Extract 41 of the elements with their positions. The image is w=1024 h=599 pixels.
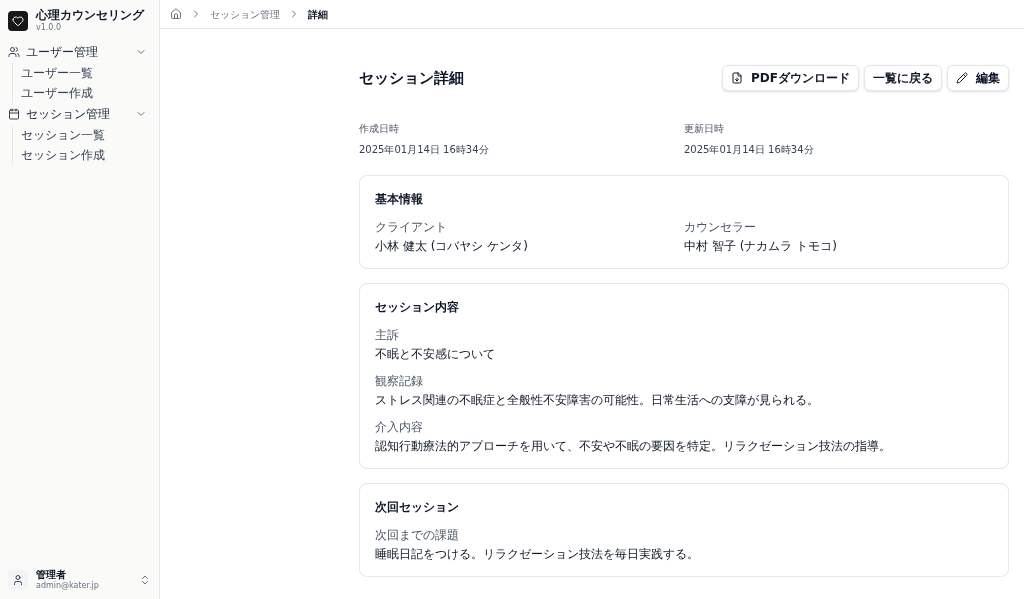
user-email: admin@kater.jp [36,581,100,591]
breadcrumb-item[interactable]: 詳細 [308,6,328,22]
field-value: 中村 智子 (ナカムラ トモコ) [684,239,838,254]
card-title: 次回セッション [375,500,460,514]
nav-item[interactable]: セッション作成 [21,145,151,165]
field-value: 睡眠日記をつける。リラクゼーション技法を毎日実践する。 [375,547,700,562]
expand-icon[interactable] [139,573,151,586]
field-value: 2025年01月14日 16時34分 [359,143,490,157]
app-name: 心理カウンセリング [36,8,144,23]
action-button[interactable]: 一覧に戻る [864,65,942,91]
action-button[interactable]: 編集 [947,65,1009,91]
field-label: 更新日時 [684,122,725,136]
field-value: 小林 健太 (コバヤシ ケンタ) [375,239,529,254]
field-label: 作成日時 [359,122,400,136]
field-value: 不眠と不安感について [375,347,496,362]
field-label: 主訴 [375,328,400,342]
file-download-icon [731,72,744,84]
card-title: 基本情報 [375,192,424,206]
home-icon[interactable] [170,8,182,20]
card-title: セッション内容 [375,300,460,314]
field-label: 次回までの課題 [375,528,460,542]
app-version: v1.0.0 [36,23,63,33]
calendar-icon [8,108,20,120]
nav-group[interactable]: ユーザー管理 [8,41,151,63]
page-title: セッション詳細 [359,67,464,89]
pencil-icon [956,72,968,84]
nav-item[interactable]: セッション一覧 [21,125,151,145]
field-label: クライアント [375,220,448,234]
users-icon [8,46,20,58]
action-button[interactable]: PDFダウンロード [722,65,859,91]
field-label: 介入内容 [375,420,424,434]
nav-item[interactable]: ユーザー作成 [21,83,151,103]
breadcrumb-item[interactable]: セッション管理 [210,6,280,22]
nav-group[interactable]: セッション管理 [8,103,151,125]
user-name: 管理者 [36,568,67,581]
nav-item[interactable]: ユーザー一覧 [21,63,151,83]
field-value: 2025年01月14日 16時34分 [684,143,815,157]
field-label: カウンセラー [684,220,757,234]
field-value: 認知行動療法的アプローチを用いて、不安や不眠の要因を特定。リラクゼーション技法の指導。 [375,439,892,454]
field-label: 観察記録 [375,374,424,388]
field-value: ストレス関連の不眠症と全般性不安障害の可能性。日常生活への支障が見られる。 [375,393,820,408]
